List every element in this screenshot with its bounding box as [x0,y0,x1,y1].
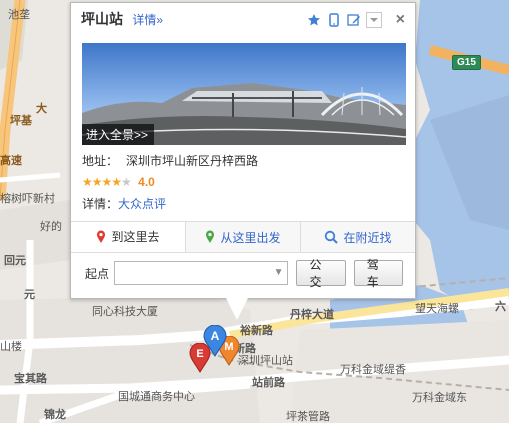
popup-header: 坪山站 详情» × [81,9,405,31]
marker-a[interactable]: A [203,325,227,357]
map-label-baoqi: 宝其路 [14,373,47,385]
tab-go-here-label: 到这里去 [111,230,160,244]
map-label-danzi: 丹梓大道 [290,309,334,321]
map-label-tongxin: 同心科技大厦 [92,306,158,318]
address-label: 地址： [82,154,119,168]
station-panorama-photo[interactable]: 进入全景>> [82,43,406,145]
tab-search-nearby-label: 在附近找 [343,230,392,245]
address-row: 地址： 深圳市坪山新区丹梓西路 [82,152,258,169]
details-label: 详情： [82,197,119,211]
panorama-button[interactable]: 进入全景>> [82,124,155,145]
map-label-jinlong: 锦龙 [44,409,66,421]
edit-icon[interactable] [346,12,362,28]
popup-toolbar: × [306,11,405,29]
rating-stars-filled: ★★★★ [82,175,122,189]
dropdown-icon[interactable] [365,12,382,28]
map-label-shanlou: 山楼 [0,341,22,353]
map-label-chi: 池垄 [8,9,30,21]
green-pin-icon [206,230,215,243]
g15-shield: G15 [452,55,481,70]
map-label-wangtian: 望天海螺 [415,303,459,315]
map-label-zhanqian: 站前路 [252,377,285,389]
route-tabs: 到这里去 从这里出发 在附近找 [71,221,415,253]
rating-row: ★★★★★ 4.0 [82,175,155,189]
tab-go-here[interactable]: 到这里去 [71,222,185,252]
address-value: 深圳市坪山新区丹梓西路 [126,154,259,168]
map-label-wanke1: 万科金域缇香 [340,364,406,376]
start-label: 起点 [85,266,110,281]
map-label-liu: 六 [495,301,506,313]
popup-tail [226,298,248,320]
details-row: 详情：大众点评 [82,195,166,212]
map-label-yuxin: 裕新路 [240,325,273,337]
tab-start-here-label: 从这里出发 [220,230,281,245]
tab-start-here[interactable]: 从这里出发 [185,222,300,252]
rating-value: 4.0 [138,175,155,189]
drive-button[interactable]: 驾车 [353,258,404,289]
star-icon[interactable] [306,12,322,28]
search-icon [325,230,339,244]
marker-a-letter: A [211,329,220,343]
map-label-bottom: 坪茶管路 [286,411,330,423]
dianping-link[interactable]: 大众点评 [118,197,166,211]
tab-search-nearby[interactable]: 在附近找 [300,222,415,252]
rating-stars-empty: ★ [121,175,132,189]
map-canvas[interactable]: 池垄 坪基 大 高速 榕树吓新村 好的 回元 元 同心科技大厦 山楼 宝其路 国… [0,0,509,423]
start-input[interactable]: ▼ [114,261,289,285]
red-pin-icon [97,230,106,243]
g15-label: G15 [457,57,476,68]
map-label-huiyuan: 回元 [4,255,26,267]
rating-stars: ★★★★★ [82,175,132,189]
details-link[interactable]: 详情» [132,13,163,27]
map-label-haode: 好的 [40,221,62,233]
map-label-yuan: 元 [24,289,35,301]
map-label-pingji: 坪基 [10,115,32,127]
map-label-bangnong: 榕树吓新村 [0,193,55,205]
map-label-gaosu: 高速 [0,155,22,167]
start-point-row: 起点 ▼ 公交 驾车 [85,258,404,289]
close-icon[interactable]: × [396,11,405,29]
map-label-da: 大 [36,103,47,115]
map-label-wanke2: 万科金域东 [412,392,467,404]
map-label-guocheng: 国城通商务中心 [118,391,195,403]
bus-button[interactable]: 公交 [296,258,346,289]
chevron-down-icon[interactable]: ▼ [274,267,284,278]
phone-icon[interactable] [326,12,342,28]
poi-title: 坪山站 [81,11,123,27]
poi-info-window: 坪山站 详情» × 进入全景>> 地址： 深圳市坪山新区丹梓西路 ★★★★★ 4… [70,2,416,320]
